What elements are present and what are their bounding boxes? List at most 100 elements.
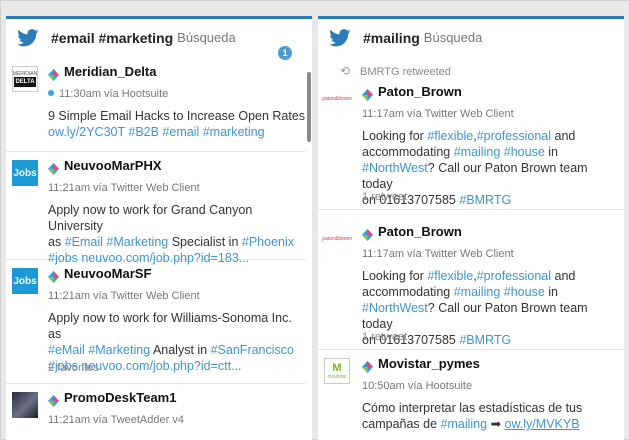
column-header: #email #marketing Búsqueda (6, 16, 312, 56)
twitter-bird-icon (328, 28, 352, 48)
retweet-indicator: ⟲ BMRTG retweeted (340, 64, 451, 78)
tweet-meta: 11:30am vía Hootsuite (48, 88, 168, 100)
avatar[interactable]: paton&brown (322, 226, 352, 252)
hashtag-link[interactable]: #flexible (427, 269, 473, 283)
hootsuite-diamond-icon (48, 68, 59, 81)
tweet-author[interactable]: NeuvooMarSF (64, 266, 151, 281)
hashtag-link[interactable]: #NorthWest (362, 301, 428, 315)
tweet-time: 10:50am vía Hootsuite (362, 380, 473, 392)
hashtag-link[interactable]: #Phoenix (242, 235, 294, 249)
hashtag-link[interactable]: #house (504, 145, 545, 159)
movistar-logo-icon: M (332, 361, 342, 374)
tweet-body: Cómo interpretar las estadísticas de tus… (362, 400, 620, 432)
retweet-count[interactable]: 1 retweet (362, 331, 407, 343)
tweet-item[interactable]: Jobs NeuvooMarSF 11:21am vía Twitter Web… (6, 260, 306, 384)
tweet-author[interactable]: Paton_Brown (378, 84, 462, 99)
hashtag-link[interactable]: #professional (477, 129, 551, 143)
tweet-author[interactable]: NeuvooMarPHX (64, 158, 162, 173)
hootsuite-diamond-icon (362, 228, 373, 241)
hashtag-link[interactable]: #NorthWest (362, 161, 428, 175)
hashtag-link[interactable]: #BMRTG (459, 333, 511, 347)
tweet-feed[interactable]: MERIDIAN DELTA Meridian_Delta 11:30am ví… (6, 58, 306, 440)
tweet-text: accommodating (362, 145, 454, 159)
tweet-feed[interactable]: ⟲ BMRTG retweeted paton&brown Paton_Brown… (318, 58, 624, 440)
favorites-count[interactable]: 2 favorites (48, 362, 99, 374)
tweet-link[interactable]: ow.ly/MVKYB (505, 417, 580, 431)
tweet-text: Looking for (362, 269, 428, 283)
tweet-text: Apply now to work for Grand Canyon Unive… (48, 203, 253, 233)
column-scrollbar[interactable] (307, 72, 311, 142)
tweet-author[interactable]: Paton_Brown (378, 224, 462, 239)
tweet-item[interactable]: MERIDIAN DELTA Meridian_Delta 11:30am ví… (6, 58, 306, 152)
tweet-item[interactable]: ⟲ BMRTG retweeted paton&brown Paton_Brown… (318, 58, 624, 210)
hashtag-link[interactable]: #SanFrancisco (211, 343, 294, 357)
hootsuite-diamond-icon (362, 88, 373, 101)
tweet-text: accommodating (362, 285, 454, 299)
tweet-body: Apply now to work for Grand Canyon Unive… (48, 202, 306, 266)
tweet-text: as (48, 235, 65, 249)
hootsuite-diamond-icon (48, 270, 59, 283)
hashtag-link[interactable]: #eMail (48, 343, 85, 357)
avatar[interactable]: MERIDIAN DELTA (12, 66, 38, 92)
hashtag-link[interactable]: #Marketing (88, 343, 150, 357)
avatar[interactable]: paton&brown (322, 86, 352, 112)
hashtag-link[interactable]: #mailing (454, 285, 501, 299)
hashtag-link[interactable]: #flexible (427, 129, 473, 143)
column-mailing: #mailing Búsqueda ⟲ BMRTG retweeted paton… (318, 16, 624, 440)
column-header: #mailing Búsqueda (318, 16, 624, 56)
tweet-link[interactable]: ow.ly/2YC30T #B2B #email #marketing (48, 125, 265, 139)
tweet-body: 9 Simple Email Hacks to Increase Open Ra… (48, 108, 306, 140)
hashtag-link[interactable]: #Email (65, 235, 103, 249)
hashtag-link[interactable]: #mailing (441, 417, 488, 431)
column-subtitle: Búsqueda (423, 30, 483, 45)
hashtag-link[interactable]: #mailing (454, 145, 501, 159)
tweet-author[interactable]: Meridian_Delta (64, 64, 156, 79)
tweet-text: in (544, 285, 558, 299)
hootsuite-diamond-icon (48, 162, 59, 175)
avatar[interactable]: M movistar (324, 358, 350, 384)
tweet-item[interactable]: M movistar Movistar_pymes 10:50am vía Ho… (318, 350, 624, 440)
tweet-time: 11:21am vía Twitter Web Client (48, 182, 200, 194)
unread-dot-icon (48, 90, 54, 96)
tweet-text: Cómo interpretar las estadísticas de tus (362, 401, 583, 415)
tweet-text: and (551, 269, 576, 283)
retweet-icon: ⟲ (340, 64, 351, 78)
avatar[interactable] (12, 392, 38, 418)
tweet-text: and (551, 129, 576, 143)
tweet-text: in (544, 145, 558, 159)
avatar[interactable]: Jobs (12, 268, 38, 294)
tweet-text: Looking for (362, 129, 428, 143)
tweet-item[interactable]: Jobs NeuvooMarPHX 11:21am vía Twitter We… (6, 152, 306, 265)
avatar-text: DELTA (14, 77, 36, 87)
hashtag-link[interactable]: #Marketing (106, 235, 168, 249)
tweet-time: 11:30am vía Hootsuite (59, 88, 169, 100)
tweet-text: Specialist in (168, 235, 242, 249)
tweet-time: 11:21am vía Twitter Web Client (48, 290, 200, 302)
tweet-text: ➡ (487, 417, 505, 431)
tweet-time: 11:17am vía Twitter Web Client (362, 248, 514, 260)
tweet-item[interactable]: PromoDeskTeam1 11:21am vía TweetAdder v4 (6, 384, 306, 440)
column-title: #email #marketing (51, 29, 174, 46)
tweet-text: 9 Simple Email Hacks to Increase Open Ra… (48, 109, 306, 123)
tweet-time: 11:17am vía Twitter Web Client (362, 108, 514, 120)
tweet-text: campañas de (362, 417, 441, 431)
hashtag-link[interactable]: #house (504, 285, 545, 299)
tweet-item[interactable]: paton&brown Paton_Brown 11:17am vía Twit… (318, 210, 624, 350)
avatar[interactable]: Jobs (12, 160, 38, 186)
column-subtitle: Búsqueda (177, 30, 236, 45)
tweet-text: Analyst in (150, 343, 211, 357)
hashtag-link[interactable]: #professional (477, 269, 551, 283)
retweet-label: BMRTG retweeted (360, 66, 451, 78)
retweet-count[interactable]: 1 retweet (362, 191, 407, 203)
hootsuite-diamond-icon (362, 360, 373, 373)
column-email-marketing: #email #marketing Búsqueda 1 MERIDIAN DE… (6, 16, 312, 440)
twitter-bird-icon (16, 28, 40, 48)
hashtag-link[interactable]: #BMRTG (459, 193, 511, 207)
hootsuite-diamond-icon (48, 394, 59, 407)
tweet-time: 11:21am vía TweetAdder v4 (48, 414, 184, 426)
tweet-text: Apply now to work for Williams-Sonoma In… (48, 311, 292, 341)
avatar-text: movistar (327, 373, 347, 380)
tweet-author[interactable]: Movistar_pymes (378, 356, 480, 371)
column-title: #mailing (363, 29, 420, 46)
tweet-author[interactable]: PromoDeskTeam1 (64, 390, 176, 405)
